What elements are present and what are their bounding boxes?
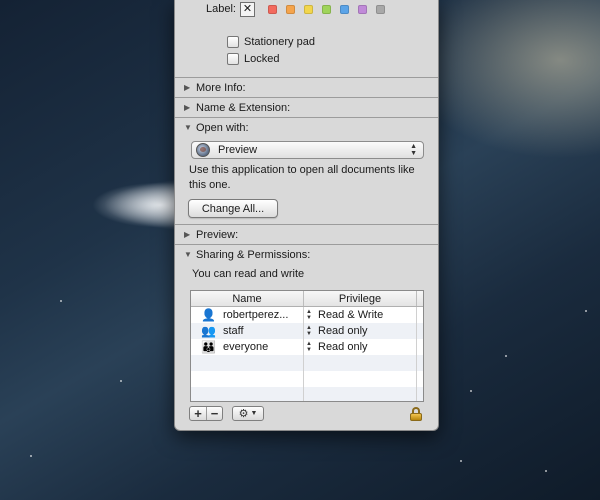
label-row: Label: ✕	[206, 1, 385, 17]
disclosure-open-icon[interactable]: ▼	[184, 250, 196, 259]
row-spacer	[417, 307, 423, 323]
label-color-swatch[interactable]	[267, 4, 277, 14]
label-color-swatch[interactable]	[303, 4, 313, 14]
stationery-pad-checkbox[interactable]	[227, 36, 239, 48]
label-color-swatch[interactable]	[357, 4, 367, 14]
star	[505, 355, 507, 357]
disclosure-closed-icon[interactable]: ▶	[184, 103, 196, 112]
table-row[interactable]: 👤 robertperez... ▲ ▼ Read & Write	[191, 307, 423, 323]
star	[60, 300, 62, 302]
empty-cell	[191, 371, 304, 387]
section-title: Name & Extension:	[196, 101, 291, 114]
privilege-popup[interactable]: ▲ ▼ Read & Write	[304, 307, 417, 323]
everyone-icon: 👪	[201, 340, 216, 354]
chevron-down-icon: ▼	[250, 409, 258, 417]
table-row[interactable]: 👥 staff ▲ ▼ Read only	[191, 323, 423, 339]
change-all-button[interactable]: Change All...	[188, 199, 278, 218]
label-swatches	[259, 4, 385, 14]
user-name: robertperez...	[223, 309, 289, 321]
column-header-privilege[interactable]: Privilege	[304, 291, 417, 306]
table-row-empty	[191, 371, 423, 387]
privilege-value: Read only	[318, 341, 368, 353]
label-none-button[interactable]: ✕	[239, 1, 255, 17]
name-cell: 👪 everyone	[191, 339, 304, 355]
star	[470, 390, 472, 392]
section-title: Open with:	[196, 121, 249, 134]
open-with-popup[interactable]: Preview ▲ ▼	[191, 141, 424, 159]
open-with-description: Use this application to open all documen…	[189, 164, 415, 191]
empty-cell	[304, 387, 417, 401]
section-preview[interactable]: ▶ Preview:	[175, 224, 438, 244]
user-name: everyone	[223, 341, 269, 353]
table-row[interactable]: 👪 everyone ▲ ▼ Read only	[191, 339, 423, 355]
section-more-info[interactable]: ▶ More Info:	[175, 77, 438, 97]
disclosure-open-icon[interactable]: ▼	[184, 123, 196, 132]
section-open-with[interactable]: ▼ Open with:	[175, 117, 438, 137]
row-spacer	[417, 339, 423, 355]
table-row-empty	[191, 355, 423, 371]
section-title: More Info:	[196, 81, 246, 94]
privilege-popup[interactable]: ▲ ▼ Read only	[304, 323, 417, 339]
section-title: Sharing & Permissions:	[196, 248, 311, 261]
section-title: Preview:	[196, 228, 239, 241]
column-header-spacer	[417, 291, 423, 306]
privilege-value: Read & Write	[318, 309, 384, 321]
star	[545, 470, 547, 472]
gear-icon: ⚙	[238, 407, 249, 420]
star	[30, 455, 32, 457]
locked-label: Locked	[244, 53, 280, 65]
group-icon: 👥	[201, 324, 216, 338]
empty-cell	[191, 387, 304, 401]
section-sharing-permissions[interactable]: ▼ Sharing & Permissions:	[175, 244, 438, 264]
lock-icon[interactable]	[410, 407, 422, 421]
popup-arrows-icon: ▲ ▼	[410, 143, 417, 157]
locked-option[interactable]: Locked	[227, 53, 279, 65]
disclosure-closed-icon[interactable]: ▶	[184, 83, 196, 92]
star	[585, 310, 587, 312]
lock-body	[410, 413, 422, 421]
column-header-name[interactable]: Name	[191, 291, 304, 306]
open-with-app-name: Preview	[218, 144, 258, 156]
add-remove-control: + −	[189, 405, 223, 421]
star	[460, 460, 462, 462]
single-user-icon: 👤	[201, 308, 216, 322]
permission-status: You can read and write	[192, 268, 305, 280]
remove-user-button[interactable]: −	[206, 406, 222, 421]
get-info-window: Label: ✕ Stationery pad Locked ▶ More In…	[174, 0, 439, 431]
label-caption: Label:	[206, 3, 236, 15]
preview-app-icon	[196, 143, 210, 157]
section-name-extension[interactable]: ▶ Name & Extension:	[175, 97, 438, 117]
label-color-swatch[interactable]	[285, 4, 295, 14]
table-header: Name Privilege	[191, 291, 423, 307]
star	[120, 380, 122, 382]
add-user-button[interactable]: +	[190, 406, 206, 421]
privilege-stepper-icon: ▲ ▼	[306, 341, 312, 353]
name-cell: 👥 staff	[191, 323, 304, 339]
stationery-pad-label: Stationery pad	[244, 36, 315, 48]
empty-cell	[304, 371, 417, 387]
empty-cell	[304, 355, 417, 371]
table-row-empty	[191, 387, 423, 401]
label-color-swatch[interactable]	[321, 4, 331, 14]
row-spacer	[417, 323, 423, 339]
disclosure-closed-icon[interactable]: ▶	[184, 230, 196, 239]
privilege-stepper-icon: ▲ ▼	[306, 309, 312, 321]
locked-checkbox[interactable]	[227, 53, 239, 65]
permissions-toolbar: + − ⚙ ▼	[189, 405, 264, 421]
user-name: staff	[223, 325, 244, 337]
privilege-stepper-icon: ▲ ▼	[306, 325, 312, 337]
name-cell: 👤 robertperez...	[191, 307, 304, 323]
privilege-popup[interactable]: ▲ ▼ Read only	[304, 339, 417, 355]
empty-cell	[191, 355, 304, 371]
privilege-value: Read only	[318, 325, 368, 337]
stationery-pad-option[interactable]: Stationery pad	[227, 36, 315, 48]
action-menu-button[interactable]: ⚙ ▼	[232, 405, 264, 421]
permissions-table: Name Privilege 👤 robertperez... ▲ ▼ Read …	[190, 290, 424, 402]
label-color-swatch[interactable]	[339, 4, 349, 14]
label-color-swatch[interactable]	[375, 4, 385, 14]
